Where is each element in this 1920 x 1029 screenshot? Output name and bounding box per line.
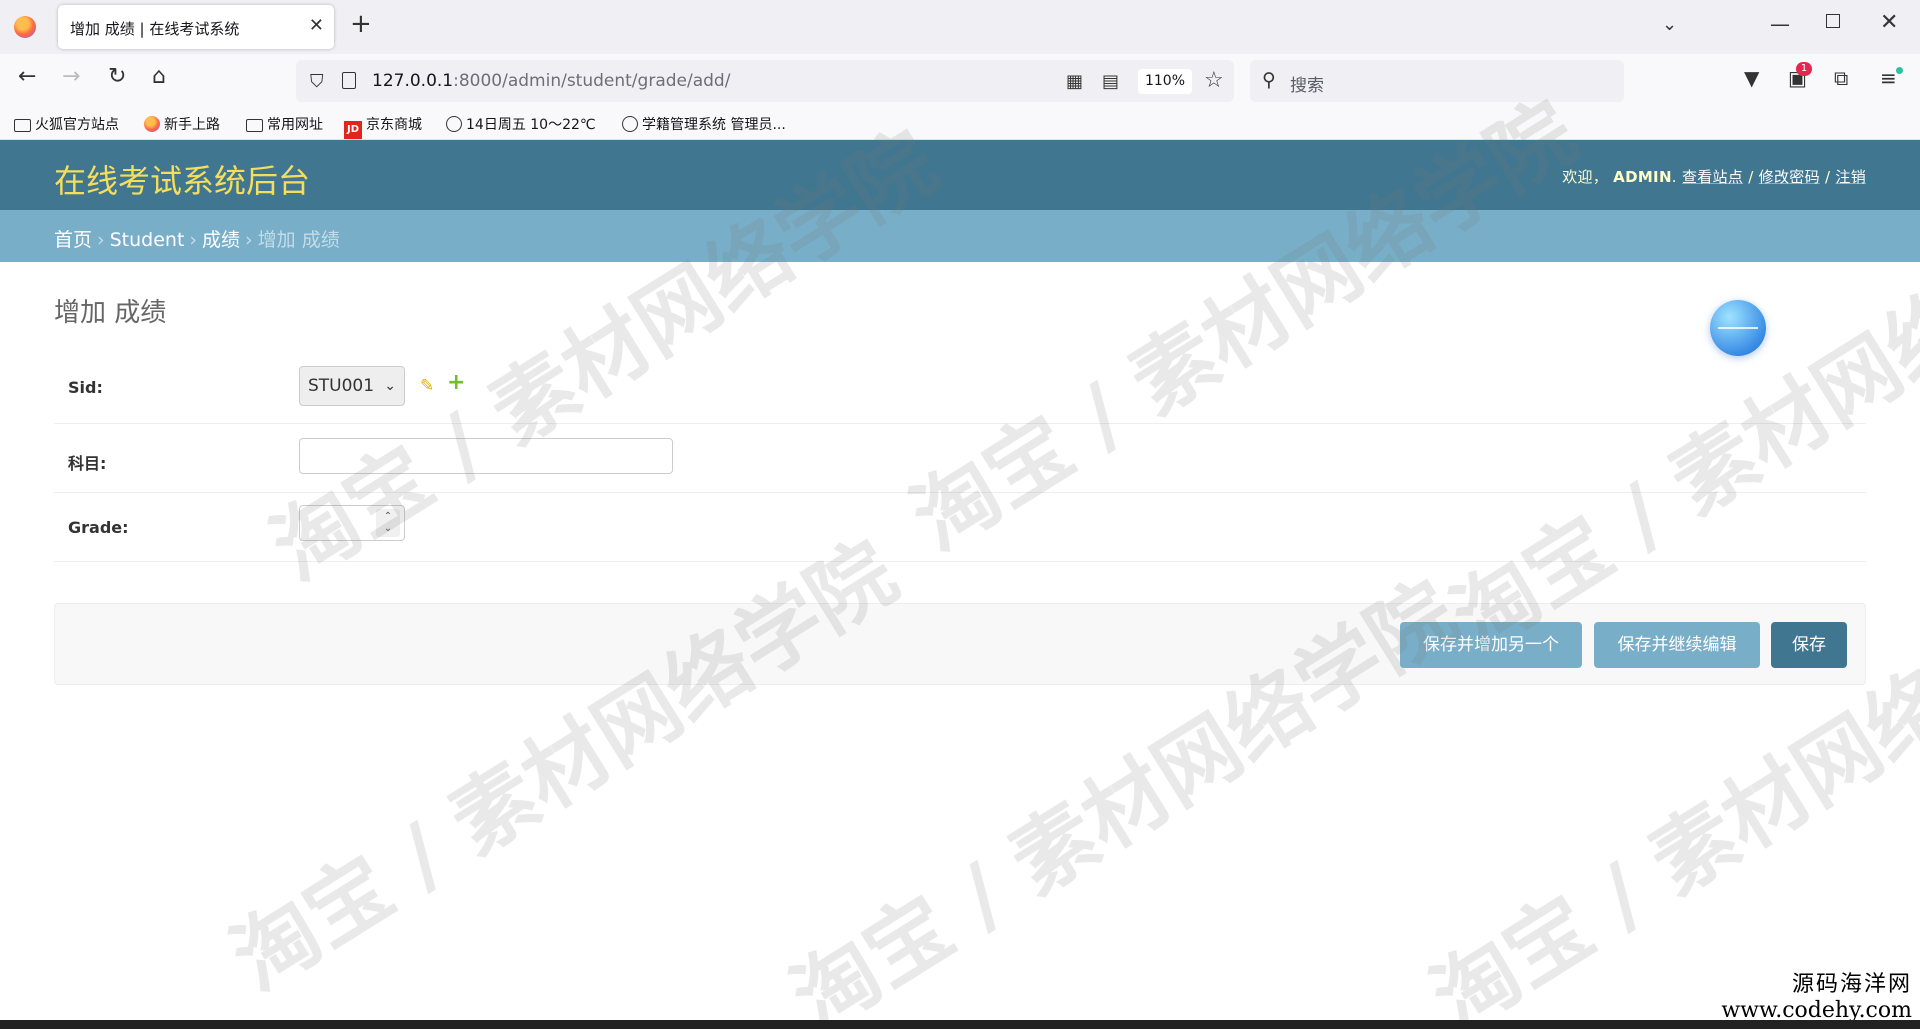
bookmark-label: 新手上路 [164,117,220,133]
breadcrumb-current: 增加 成绩 [257,229,340,251]
page-info-icon[interactable] [342,72,356,89]
update-dot-icon [1896,67,1903,74]
breadcrumb-app[interactable]: Student [110,229,185,251]
save-and-add-another-button[interactable]: 保存并增加另一个 [1400,622,1582,668]
breadcrumb-home[interactable]: 首页 [54,229,92,251]
save-and-continue-button[interactable]: 保存并继续编辑 [1594,622,1760,668]
save-button[interactable]: 保存 [1771,622,1847,668]
bookmark-item[interactable]: 常用网址 [246,114,323,134]
list-tabs-chevron-icon[interactable]: ⌄ [1662,14,1677,35]
breadcrumb-separator: › [189,229,198,251]
add-related-plus-icon[interactable]: + [447,372,465,394]
bookmark-label: 火狐官方站点 [35,117,119,133]
hamburger-menu-icon[interactable]: ≡ [1880,68,1897,88]
bookmark-label: 14日周五 10～22℃ [466,117,596,133]
breadcrumb-model[interactable]: 成绩 [202,229,240,251]
search-icon: ⚲ [1262,69,1276,91]
firefox-icon [144,116,160,132]
bookmark-item[interactable]: 新手上路 [144,114,220,134]
bookmark-item[interactable]: JD 京东商城 [344,114,422,139]
tab-close-icon[interactable]: ✕ [309,15,324,36]
zoom-level-badge[interactable]: 110% [1138,69,1192,94]
url-bar[interactable]: ⛉ 127.0.0.1:8000/admin/student/grade/add… [296,60,1234,102]
reload-icon[interactable]: ↻ [108,66,126,88]
new-tab-button[interactable]: + [350,11,372,37]
view-site-link[interactable]: 查看站点 [1682,168,1743,186]
welcome-text: 欢迎， [1562,168,1609,186]
globe-icon [446,116,462,132]
breadcrumb-separator: › [245,229,253,251]
subject-input[interactable] [299,438,673,474]
corner-watermark: 源码海洋网 www.codehy.com [1721,966,1912,1023]
jd-icon: JD [344,121,362,139]
taskbar-edge [0,1020,1920,1029]
breadcrumb: 首页 › Student › 成绩 › 增加 成绩 [0,210,1920,262]
site-branding[interactable]: 在线考试系统后台 [54,156,310,202]
floating-assistant-ball[interactable] [1710,300,1766,356]
watermark: 淘宝 / 素材网络学院 [215,522,913,1010]
subject-label: 科目: [68,454,107,473]
globe-icon [622,116,638,132]
grade-number-input[interactable]: ⌃ ⌄ [299,505,405,541]
logout-link[interactable]: 注销 [1835,168,1866,186]
bookmark-item[interactable]: 学籍管理系统 管理员... [622,114,786,134]
browser-tab-bar: 增加 成绩 | 在线考试系统 ✕ + ⌄ — ✕ [0,0,1920,54]
username-period: . [1671,168,1677,186]
breadcrumb-separator: › [97,229,105,251]
bookmark-item[interactable]: 14日周五 10～22℃ [446,114,596,134]
corner-watermark-line1: 源码海洋网 [1791,972,1912,997]
separator: / [1824,168,1831,186]
submit-row: 保存并增加另一个 保存并继续编辑 保存 [54,603,1866,685]
bookmark-item[interactable]: 火狐官方站点 [14,114,119,134]
browser-nav-bar: ← → ↻ ⌂ ⛉ 127.0.0.1:8000/admin/student/g… [0,54,1920,108]
url-host: 127.0.0.1 [372,71,454,91]
sid-select[interactable]: STU001 ⌄ [299,366,405,406]
bookmarks-bar: 火狐官方站点 新手上路 常用网址 JD 京东商城 14日周五 10～22℃ 学籍管… [0,108,1920,140]
reader-view-icon[interactable]: ▤ [1102,71,1119,92]
url-path: :8000/admin/student/grade/add/ [453,71,731,91]
tracking-shield-icon[interactable]: ⛉ [310,71,324,92]
form-row-sid: Sid: STU001 ⌄ ✎ + [54,354,1866,424]
bookmark-label: 京东商城 [366,117,422,133]
grade-label: Grade: [68,518,129,537]
edit-related-pencil-icon[interactable]: ✎ [420,376,434,396]
user-tools: 欢迎， ADMIN. 查看站点 / 修改密码 / 注销 [1562,166,1866,187]
sid-selected-value: STU001 [308,376,375,396]
bookmark-star-icon[interactable]: ☆ [1204,68,1224,93]
notification-count-badge: 1 [1796,62,1812,76]
firefox-menu-icon[interactable] [14,16,36,38]
username: ADMIN [1613,168,1672,186]
change-password-link[interactable]: 修改密码 [1759,168,1820,186]
form-row-grade: Grade: ⌃ ⌄ [54,493,1866,562]
vpn-extension-icon[interactable]: ▼ [1744,68,1759,88]
tab-title: 增加 成绩 | 在线考试系统 [70,20,240,38]
sid-label: Sid: [68,378,103,397]
forward-arrow-icon[interactable]: → [62,66,80,88]
admin-header: 在线考试系统后台 欢迎， ADMIN. 查看站点 / 修改密码 / 注销 [0,140,1920,210]
page-title: 增加 成绩 [54,298,167,328]
window-restore-button[interactable] [1826,14,1840,28]
window-minimize-button[interactable]: — [1770,12,1790,36]
chevron-down-icon: ⌄ [384,378,396,394]
breadcrumb-trail: 首页 › Student › 成绩 › 增加 成绩 [54,225,340,252]
search-placeholder: 搜索 [1290,76,1324,96]
back-arrow-icon[interactable]: ← [18,66,36,88]
url-text[interactable]: 127.0.0.1:8000/admin/student/grade/add/ [372,71,730,91]
qr-code-icon[interactable]: ▦ [1066,71,1083,92]
bookmark-label: 常用网址 [267,117,323,133]
separator: / [1748,168,1754,186]
extensions-puzzle-icon[interactable]: ⧉ [1834,68,1848,88]
home-icon[interactable]: ⌂ [152,66,166,88]
bookmark-label: 学籍管理系统 管理员... [642,117,786,133]
folder-icon [246,119,263,132]
search-bar[interactable]: ⚲ 搜索 [1250,60,1624,102]
window-close-button[interactable]: ✕ [1880,10,1898,35]
number-spinner-icon[interactable]: ⌃ ⌄ [376,509,400,537]
browser-tab-active[interactable]: 增加 成绩 | 在线考试系统 ✕ [58,5,334,49]
folder-icon [14,119,31,132]
form-row-subject: 科目: [54,424,1866,493]
